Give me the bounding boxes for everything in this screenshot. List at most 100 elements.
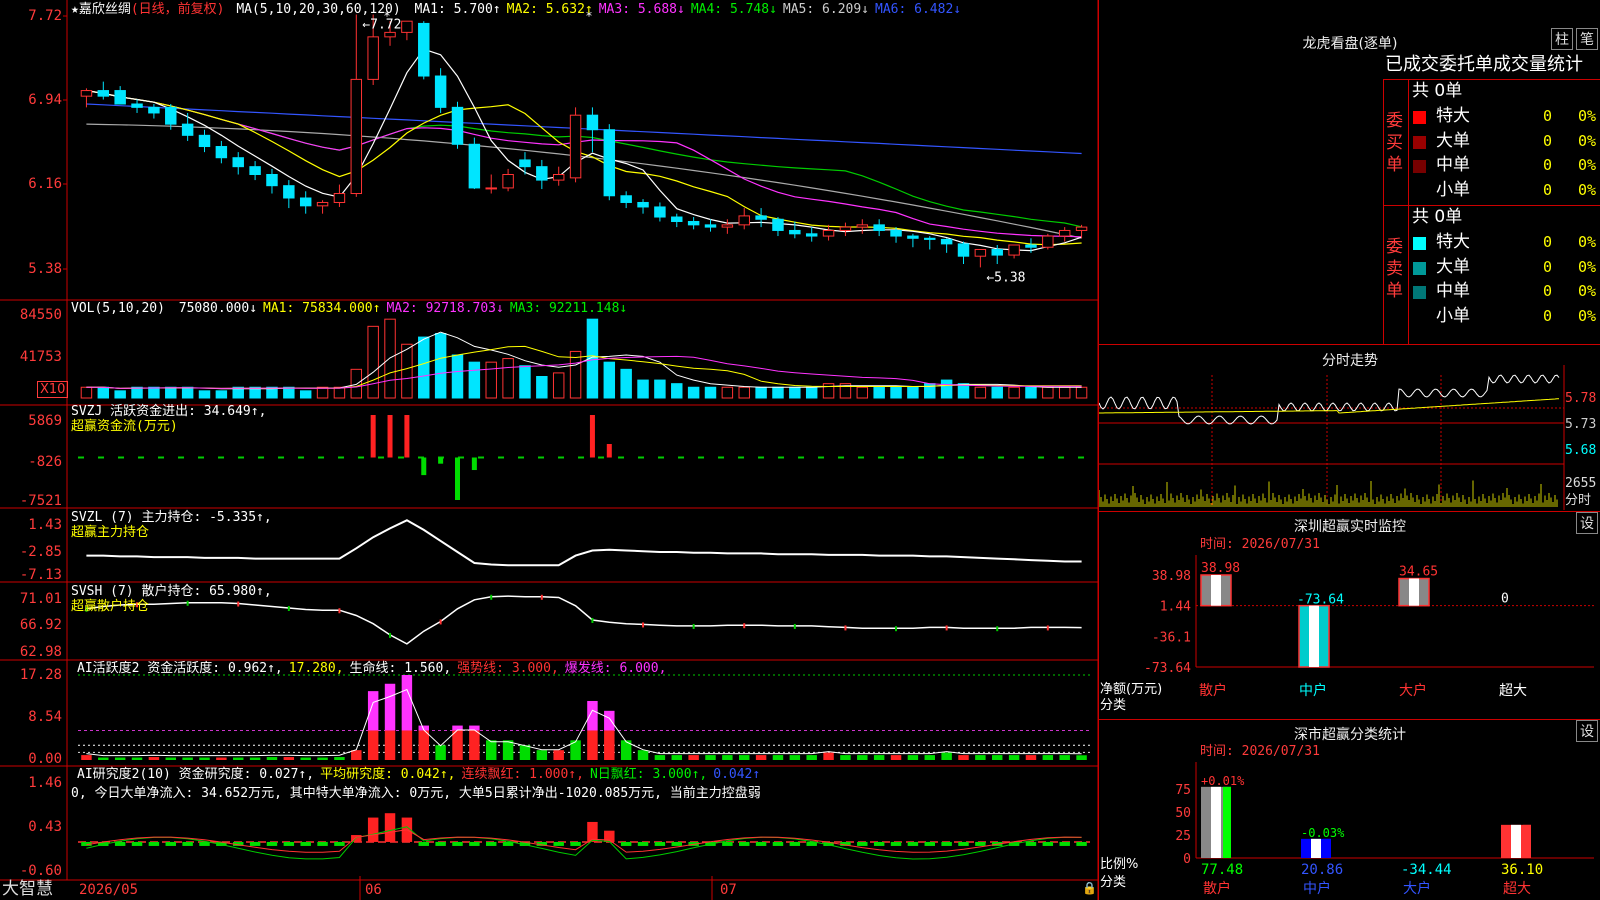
classify-bar-shine [1511,824,1521,858]
ai2-red-line [86,829,1082,853]
svzj-bar [589,415,595,458]
candle-body [148,106,160,114]
date-label-jun: 06 [365,882,382,898]
classify-chart: 75 50 25 0 +0.01% -0.03% 77.48 20.86 -34.44 36.10… [1175,762,1594,897]
monitor-category-2: 大户 [1399,682,1427,699]
sell-row-value: 0 [1543,257,1553,276]
ai2-bar [469,841,480,846]
volume-bar [181,386,194,399]
volume-bar [789,386,801,399]
ma-items: MA1: 5.700↑ MA2: 5.632↑ MA3: 5.688↓ MA4: 5.… [409,2,962,17]
classify-bar-中户 [1301,838,1331,858]
candle-body [940,238,953,245]
volume-bar [316,386,329,399]
classify-settings-button[interactable]: 设 [1576,720,1598,742]
fenshi-price-line [1099,374,1560,425]
svzl-header: SVZL (7) 主力持仓: -5.335↑, [71,510,272,525]
ai2-item-2: 连续飘红: 1.000↑, [461,767,584,782]
volume-bar [468,361,481,399]
sell-row-percent: 0% [1578,282,1597,300]
volume-bar [890,386,902,399]
candle-body [131,103,143,108]
fenshi-chart[interactable] [1099,365,1600,510]
ai1-bar [553,750,564,760]
buy-row-value: 0 [1543,180,1553,199]
ai2-bar [907,841,919,846]
volume-bar [974,386,987,399]
volume-bar [637,379,649,399]
ai1-bar-burst [384,683,396,731]
candle-body [1008,244,1020,256]
candle-body [468,143,481,189]
ai2-bar [486,841,497,846]
ai1-bar [300,757,311,760]
buy-side-label: 委买单 [1386,111,1403,175]
volume-bar [569,350,582,399]
candle-body [805,233,818,237]
vol-unit-badge[interactable]: X10 [37,381,69,398]
ai1-bar [536,750,548,760]
ai2-bar [958,841,969,846]
ai2-bar [975,841,986,846]
monitor-value-label: 38.98 [1201,561,1240,576]
ai1-bar [806,755,817,760]
monitor-tick-3: -73.64 [1144,661,1191,676]
ai1-bar-strong [469,730,480,760]
volume-bar [620,368,632,399]
classify-bar-shine [1211,786,1221,858]
ai2-tick-1: 0.43 [28,819,62,835]
volume-bar [991,386,1003,399]
classify-title: 深市超赢分类统计 [1294,727,1406,743]
ai2-bar [755,841,767,846]
monitor-value-label: 34.65 [1399,565,1438,580]
candle-body [198,134,211,148]
fenshi-price-mid: 5.73 [1565,417,1597,432]
candle-body [181,123,194,136]
candle-body [451,106,464,145]
ai2-bar [199,841,210,846]
lock-icon[interactable]: 🔒 [1082,882,1097,894]
ai2-bar [283,841,295,846]
ai1-bar-burst [587,700,598,731]
ai2-tick-2: -0.60 [19,863,62,879]
ai1-bar [705,755,716,760]
candle-body [839,226,852,231]
monitor-settings-button[interactable]: 设 [1576,512,1598,534]
candle-body [569,114,582,179]
main-chart-svg[interactable]: ←7.72←5.38* * [0,0,1100,900]
candle-body [333,193,346,203]
volume-bar [772,386,784,399]
ai1-tick-0: 17.28 [19,667,62,683]
ai1-bar-strong [384,730,396,760]
volume-bar [451,354,464,399]
svzj-tick-0: 5869 [28,413,62,429]
candle-body [232,157,244,168]
candle-body [721,224,734,228]
candle-body [924,237,936,240]
bar-mode-button[interactable]: 柱 [1551,28,1573,50]
ai1-bar [941,752,952,760]
ai1-bar [199,757,210,760]
ai1-bar [671,755,682,760]
svzj-bar [404,415,410,458]
buy-row-value: 0 [1543,107,1553,125]
volume-bar [519,365,531,399]
volume-bar [165,386,177,399]
monitor-unit: 净额(万元) [1100,682,1163,697]
volume-bar [805,386,818,399]
candle-body [114,90,126,105]
ma1-line [86,48,1082,252]
monitor-category-1: 中户 [1299,682,1327,699]
volume-bar [1058,386,1071,399]
ai2-bar [317,841,328,846]
candle-body [350,78,363,195]
volume-bar [704,386,717,399]
monitor-bar-shine [1309,605,1319,667]
candle-body [873,224,885,231]
buy-row-swatch [1413,135,1426,149]
monitor-bar-散户 [1200,574,1232,607]
ai1-bar-burst [401,675,413,731]
ai1-bar-burst [604,710,615,731]
monitor-title: 深圳超赢实时监控 [1294,519,1406,535]
tick-mode-button[interactable]: 笔 [1576,28,1598,50]
